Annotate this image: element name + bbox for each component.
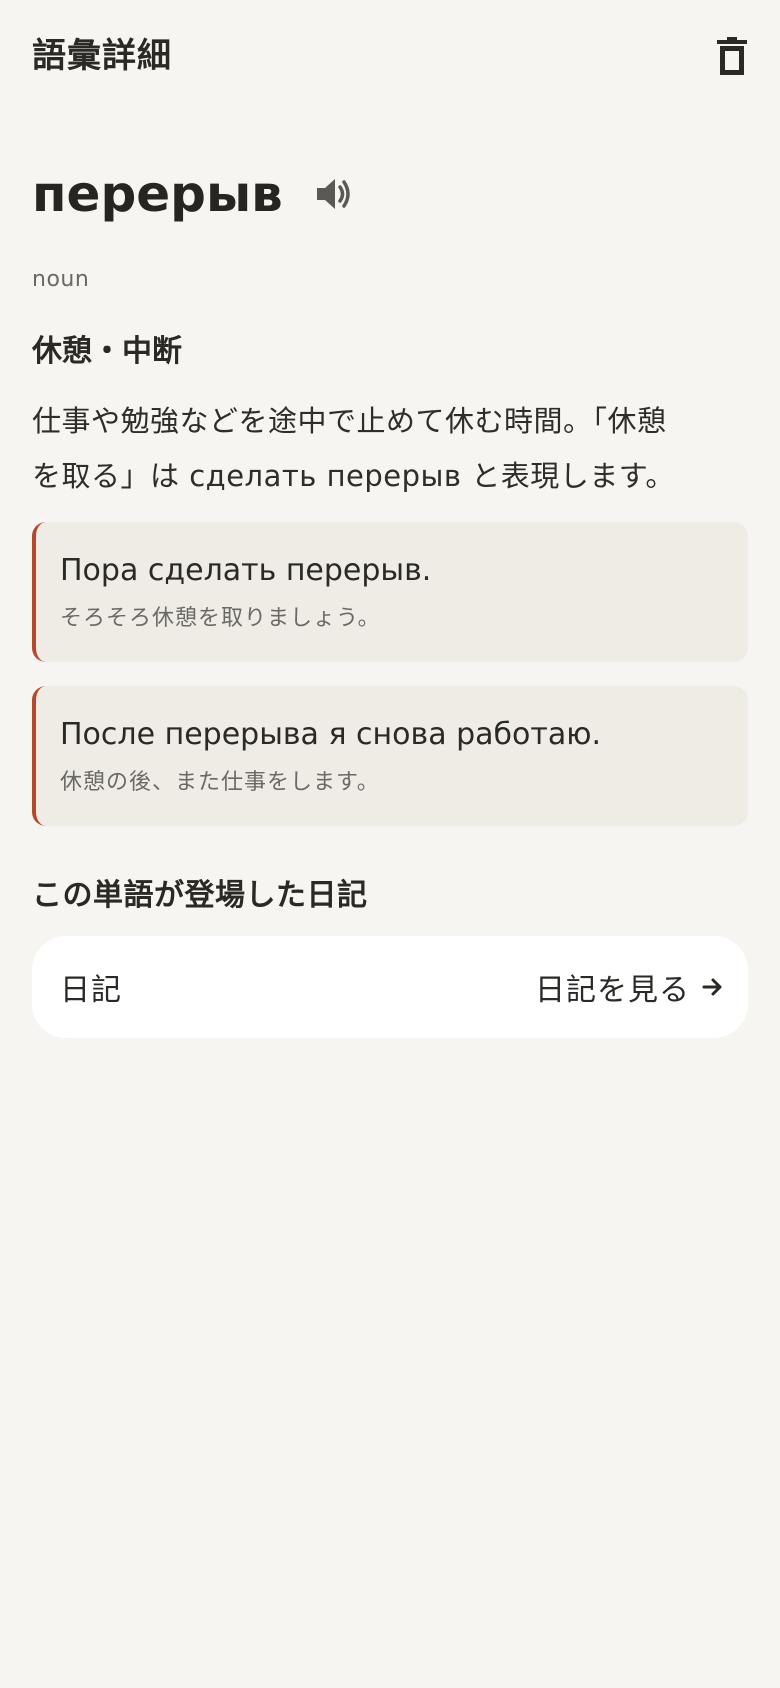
page-title: 語彙詳細 xyxy=(32,36,172,76)
explanation-line: を取る」は сделать перерыв と表現します。 xyxy=(32,459,675,493)
arrow-right-icon xyxy=(702,978,722,996)
explanation: 仕事や勉強などを途中で止めて休む時間。「休憩 を取る」は сделать пер… xyxy=(32,394,752,504)
example-russian: После перерыва я снова работаю. xyxy=(60,717,602,752)
pronounce-button[interactable] xyxy=(305,166,361,222)
explanation-line: 仕事や勉強などを途中で止めて休む時間。「休憩 xyxy=(32,404,667,438)
diary-label: 日記 xyxy=(60,973,122,1008)
headword: перерыв xyxy=(32,165,283,223)
headword-row: перерыв xyxy=(32,158,361,230)
app-bar: 語彙詳細 xyxy=(0,0,780,116)
vocabulary-detail-page: 語彙詳細 перерыв noun 休憩・中断 仕事や勉強などを途中で止めて休む… xyxy=(0,0,780,1688)
part-of-speech: noun xyxy=(32,267,90,292)
example-russian: Пора сделать перерыв. xyxy=(60,553,432,588)
view-diary-link[interactable]: 日記を見る xyxy=(535,965,724,1009)
example-japanese: そろそろ休憩を取りましょう。 xyxy=(60,606,381,631)
example-card: Пора сделать перерыв. そろそろ休憩を取りましょう。 xyxy=(32,522,748,662)
diary-section-title: この単語が登場した日記 xyxy=(32,878,368,913)
trash-icon xyxy=(717,37,747,75)
view-diary-label: 日記を見る xyxy=(535,973,690,1008)
meaning: 休憩・中断 xyxy=(32,334,182,369)
delete-button[interactable] xyxy=(708,32,756,80)
example-japanese: 休憩の後、また仕事をします。 xyxy=(60,770,380,795)
diary-card[interactable]: 日記 日記を見る xyxy=(32,936,748,1038)
example-card: После перерыва я снова работаю. 休憩の後、また仕… xyxy=(32,686,748,826)
speaker-icon xyxy=(316,179,350,209)
